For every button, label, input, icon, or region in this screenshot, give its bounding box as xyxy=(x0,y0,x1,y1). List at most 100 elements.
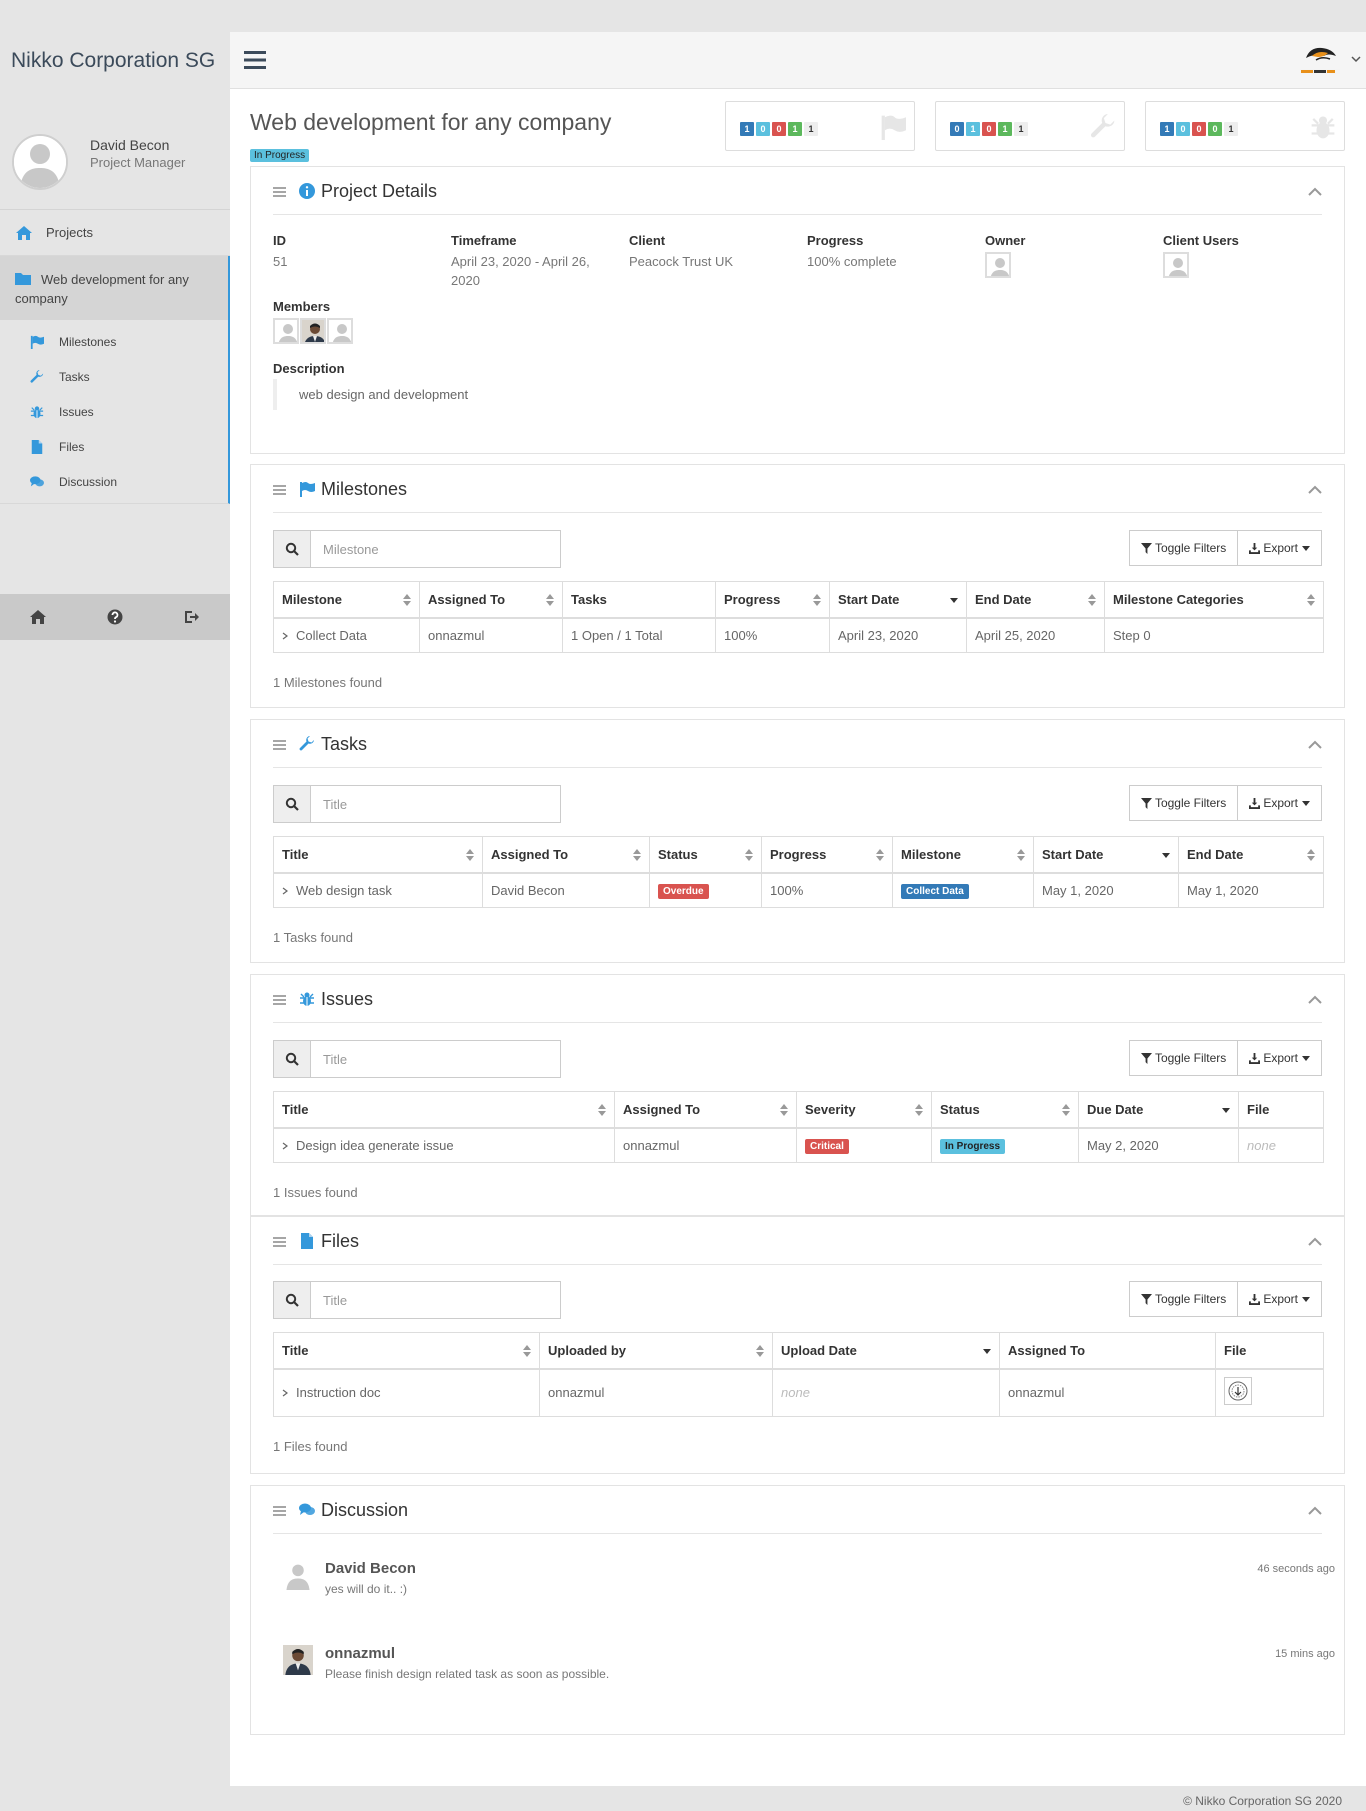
search-icon[interactable] xyxy=(274,1041,311,1077)
column-header[interactable]: Start Date xyxy=(1033,836,1179,874)
column-header[interactable]: Milestone Categories xyxy=(1104,581,1324,619)
milestones-stat-box[interactable]: 10011 xyxy=(725,101,915,151)
top-strip xyxy=(0,0,1366,32)
export-button[interactable]: Export xyxy=(1238,1281,1322,1317)
search-input[interactable] xyxy=(311,1041,560,1077)
export-button[interactable]: Export xyxy=(1238,1040,1322,1076)
column-header[interactable]: Title xyxy=(273,836,483,874)
drag-handle-icon[interactable] xyxy=(273,485,286,495)
avatar[interactable] xyxy=(283,1560,313,1590)
collapse-icon[interactable] xyxy=(1308,485,1322,495)
toggle-filters-button[interactable]: Toggle Filters xyxy=(1128,785,1239,821)
column-header[interactable]: File xyxy=(1238,1091,1324,1129)
file-thumbnail-icon[interactable] xyxy=(1224,1377,1252,1406)
column-header[interactable]: End Date xyxy=(966,581,1105,619)
column-header[interactable]: End Date xyxy=(1178,836,1324,874)
collapse-icon[interactable] xyxy=(1308,187,1322,197)
expand-icon[interactable] xyxy=(282,632,288,640)
search-input[interactable] xyxy=(311,786,560,822)
logout-icon[interactable] xyxy=(184,609,200,625)
sidebar-item-discussion[interactable]: Discussion xyxy=(0,464,228,499)
sidebar-item-tasks[interactable]: Tasks xyxy=(0,359,228,394)
sort-icon xyxy=(1307,849,1315,861)
member-avatar[interactable] xyxy=(327,318,353,344)
search-icon[interactable] xyxy=(274,786,311,822)
table-row[interactable]: Web design task David Becon Overdue 100%… xyxy=(273,872,1324,908)
collapse-icon[interactable] xyxy=(1308,740,1322,750)
sidebar-item-current-project[interactable]: Web development for any company xyxy=(0,256,230,320)
export-button[interactable]: Export xyxy=(1238,530,1322,566)
drag-handle-icon[interactable] xyxy=(273,995,286,1005)
drag-handle-icon[interactable] xyxy=(273,1237,286,1247)
stat-count: 1 xyxy=(804,122,818,136)
column-header[interactable]: Status xyxy=(649,836,762,874)
tasks-stat-box[interactable]: 01011 xyxy=(935,101,1125,151)
collapse-icon[interactable] xyxy=(1308,1506,1322,1516)
owner-avatar[interactable] xyxy=(985,252,1011,278)
collapse-icon[interactable] xyxy=(1308,995,1322,1005)
search-input[interactable] xyxy=(311,1282,560,1318)
collapse-icon[interactable] xyxy=(1308,1237,1322,1247)
column-header[interactable]: Tasks xyxy=(562,581,716,619)
column-header[interactable]: Assigned To xyxy=(614,1091,797,1129)
sidebar-item-files[interactable]: Files xyxy=(0,429,228,464)
column-header[interactable]: Upload Date xyxy=(772,1332,1000,1370)
sidebar-item-milestones[interactable]: Milestones xyxy=(0,324,228,359)
column-header[interactable]: Title xyxy=(273,1332,540,1370)
home-icon[interactable] xyxy=(30,609,47,625)
expand-icon[interactable] xyxy=(282,1142,288,1150)
sort-icon xyxy=(466,849,474,861)
drag-handle-icon[interactable] xyxy=(273,740,286,750)
client-user-avatar[interactable] xyxy=(1163,252,1189,278)
export-button[interactable]: Export xyxy=(1238,785,1322,821)
panel-header: Milestones xyxy=(273,465,1322,513)
table-row[interactable]: Instruction doc onnazmul none onnazmul xyxy=(273,1368,1324,1417)
search-icon[interactable] xyxy=(274,531,311,567)
help-icon[interactable] xyxy=(107,609,123,625)
drag-handle-icon[interactable] xyxy=(273,187,286,197)
table-row[interactable]: Design idea generate issue onnazmul Crit… xyxy=(273,1127,1324,1163)
column-header[interactable]: Assigned To xyxy=(999,1332,1216,1370)
sidebar-item-issues[interactable]: Issues xyxy=(0,394,228,429)
search-icon[interactable] xyxy=(274,1282,311,1318)
member-avatar[interactable] xyxy=(300,318,326,344)
member-avatar[interactable] xyxy=(273,318,299,344)
detail-label: Client Users xyxy=(1163,233,1239,248)
avatar[interactable] xyxy=(283,1645,313,1675)
issue-search xyxy=(273,1040,561,1078)
expand-icon[interactable] xyxy=(282,1389,288,1397)
message-author[interactable]: David Becon xyxy=(325,1560,416,1577)
table-row[interactable]: Collect Data onnazmul 1 Open / 1 Total 1… xyxy=(273,617,1324,653)
company-logo[interactable] xyxy=(1298,44,1342,76)
column-header[interactable]: File xyxy=(1215,1332,1324,1370)
column-header[interactable]: Progress xyxy=(715,581,830,619)
toggle-filters-button[interactable]: Toggle Filters xyxy=(1128,1281,1239,1317)
issues-stat-box[interactable]: 10001 xyxy=(1145,101,1345,151)
column-header[interactable]: Assigned To xyxy=(419,581,563,619)
column-header[interactable]: Milestone xyxy=(273,581,420,619)
column-header[interactable]: Status xyxy=(931,1091,1079,1129)
column-header[interactable]: Assigned To xyxy=(482,836,650,874)
column-header[interactable]: Title xyxy=(273,1091,615,1129)
menu-icon[interactable] xyxy=(244,51,266,69)
expand-icon[interactable] xyxy=(282,887,288,895)
message-author[interactable]: onnazmul xyxy=(325,1645,395,1662)
chevron-down-icon[interactable] xyxy=(1351,54,1361,64)
detail-label: Description xyxy=(273,361,345,376)
sidebar-item-projects[interactable]: Projects xyxy=(0,210,230,256)
stat-count: 1 xyxy=(788,122,802,136)
result-count: 1 Files found xyxy=(273,1439,348,1454)
stat-count: 1 xyxy=(1224,122,1238,136)
column-header[interactable]: Milestone xyxy=(892,836,1034,874)
column-header[interactable]: Progress xyxy=(761,836,893,874)
column-header[interactable]: Uploaded by xyxy=(539,1332,773,1370)
column-header[interactable]: Due Date xyxy=(1078,1091,1239,1129)
column-header[interactable]: Severity xyxy=(796,1091,932,1129)
avatar[interactable] xyxy=(12,134,68,190)
toggle-filters-button[interactable]: Toggle Filters xyxy=(1128,530,1239,566)
brand-name[interactable]: Nikko Corporation SG xyxy=(11,49,215,73)
drag-handle-icon[interactable] xyxy=(273,1506,286,1516)
column-header[interactable]: Start Date xyxy=(829,581,967,619)
toggle-filters-button[interactable]: Toggle Filters xyxy=(1128,1040,1239,1076)
search-input[interactable] xyxy=(311,531,560,567)
